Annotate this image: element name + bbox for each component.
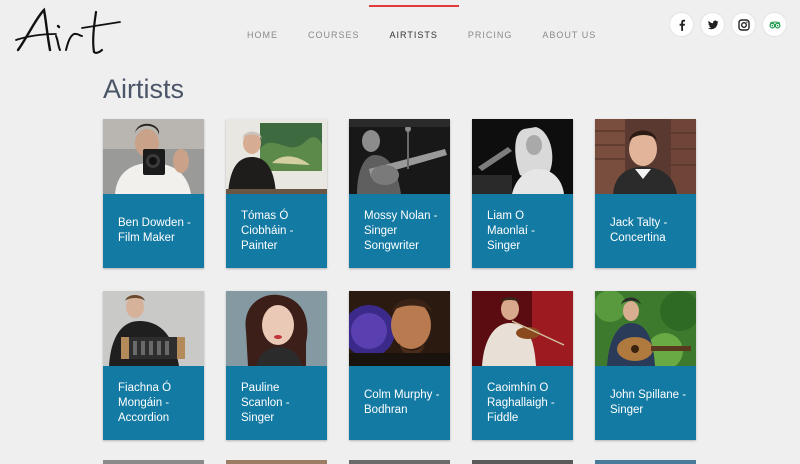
artist-name: Liam O Maonlaí - Singer — [487, 209, 535, 252]
artist-photo — [349, 291, 450, 366]
next-row-card-peek — [595, 460, 696, 464]
artist-name: Colm Murphy - Bodhran — [364, 389, 440, 416]
artist-name: Caoimhín O Raghallaigh - Fiddle — [487, 381, 555, 424]
artist-name: Fiachna Ó Mongáin - Accordion — [118, 381, 172, 424]
next-row-card-peek — [226, 460, 327, 464]
social-links — [670, 13, 786, 36]
artist-name: Tómas Ó Ciobháin - Painter — [241, 209, 294, 252]
nav-home-label: HOME — [247, 30, 278, 40]
next-row-card-peek — [103, 460, 204, 464]
artist-card-jack-talty[interactable]: Jack Talty - Concertina — [595, 119, 696, 268]
nav-pricing-label: PRICING — [467, 30, 513, 40]
nav-home[interactable]: HOME — [232, 0, 293, 70]
artist-photo — [349, 119, 450, 194]
artist-photo — [595, 291, 696, 366]
artist-photo — [103, 291, 204, 366]
tripadvisor-icon — [769, 20, 781, 29]
nav-about-us-label: ABOUT US — [542, 30, 597, 40]
artist-photo — [472, 119, 573, 194]
page-title: Airtists — [103, 74, 184, 104]
artist-card-ben-dowden[interactable]: Ben Dowden - Film Maker — [103, 119, 204, 268]
airt-logo-icon — [15, 7, 121, 54]
artist-name: Ben Dowden - Film Maker — [118, 217, 191, 244]
artist-card-colm-murphy[interactable]: Colm Murphy - Bodhran — [349, 291, 450, 440]
artist-card-pauline-scanlon[interactable]: Pauline Scanlon - Singer — [226, 291, 327, 440]
artist-name: Mossy Nolan - Singer Songwriter — [364, 209, 438, 252]
next-row-card-peek — [472, 460, 573, 464]
nav-airtists-label: AIRTISTS — [389, 30, 438, 40]
facebook-button[interactable] — [670, 13, 693, 36]
instagram-button[interactable] — [732, 13, 755, 36]
page: HOME COURSES AIRTISTS PRICING ABOUT US A… — [0, 0, 800, 464]
twitter-button[interactable] — [701, 13, 724, 36]
artist-card-liam-o-maonlai[interactable]: Liam O Maonlaí - Singer — [472, 119, 573, 268]
artist-card-fiachna-o-mongain[interactable]: Fiachna Ó Mongáin - Accordion — [103, 291, 204, 440]
tripadvisor-button[interactable] — [763, 13, 786, 36]
nav-airtists[interactable]: AIRTISTS — [368, 0, 460, 70]
main-nav: HOME COURSES AIRTISTS PRICING ABOUT US — [232, 0, 611, 70]
artist-card-caoimhin-o-raghallaigh[interactable]: Caoimhín O Raghallaigh - Fiddle — [472, 291, 573, 440]
nav-about-us[interactable]: ABOUT US — [527, 0, 611, 70]
artist-photo — [595, 119, 696, 194]
artist-card-tomas-o-ciobhain[interactable]: Tómas Ó Ciobháin - Painter — [226, 119, 327, 268]
artist-photo — [226, 119, 327, 194]
instagram-icon — [737, 18, 750, 31]
nav-courses[interactable]: COURSES — [293, 0, 375, 70]
artist-name: Pauline Scanlon - Singer — [241, 381, 290, 424]
artist-card-mossy-nolan[interactable]: Mossy Nolan - Singer Songwriter — [349, 119, 450, 268]
artist-name: John Spillane - Singer — [610, 389, 687, 416]
nav-pricing[interactable]: PRICING — [453, 0, 528, 70]
artist-card-john-spillane[interactable]: John Spillane - Singer — [595, 291, 696, 440]
next-row-card-peek — [349, 460, 450, 464]
twitter-icon — [707, 20, 718, 29]
artist-photo — [472, 291, 573, 366]
nav-courses-label: COURSES — [308, 30, 360, 40]
artist-name: Jack Talty - Concertina — [610, 217, 668, 244]
artist-photo — [103, 119, 204, 194]
facebook-icon — [679, 19, 685, 31]
artist-photo — [226, 291, 327, 366]
site-logo[interactable] — [14, 6, 124, 58]
